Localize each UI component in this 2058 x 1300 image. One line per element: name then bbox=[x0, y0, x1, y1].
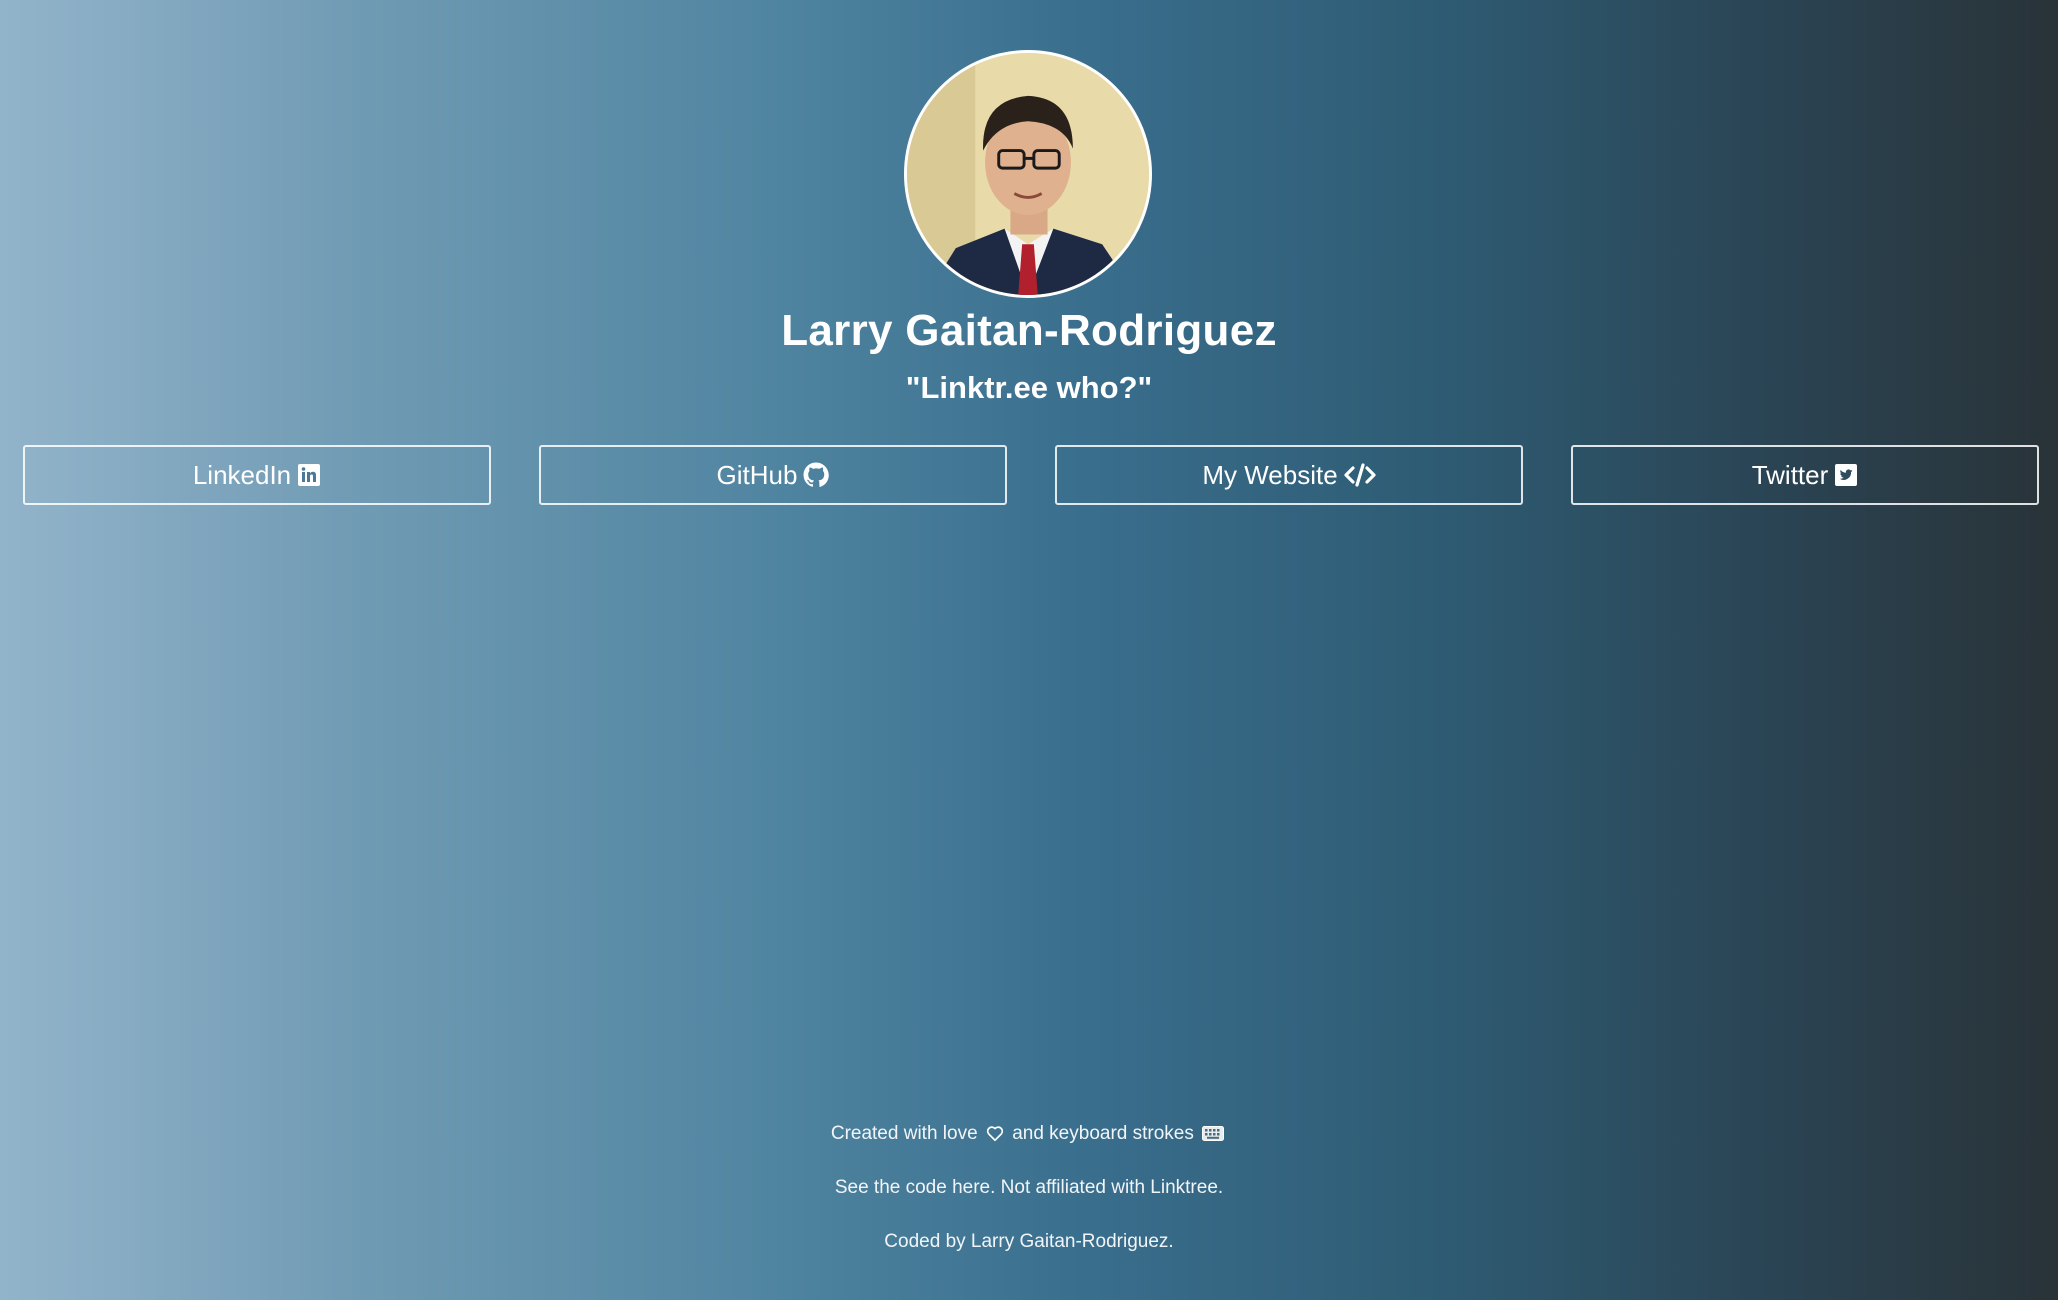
footer-credit-line: Created with love and keyboard strokes bbox=[0, 1123, 2058, 1145]
linkedin-label: LinkedIn bbox=[192, 459, 292, 490]
profile-name: Larry Gaitan-Rodriguez bbox=[781, 306, 1277, 355]
keyboard-icon bbox=[1202, 1126, 1225, 1142]
footer-love-text: Created with love bbox=[830, 1123, 978, 1144]
profile-photo bbox=[907, 53, 1149, 295]
footer-author-line: Coded by Larry Gaitan-Rodriguez. bbox=[0, 1231, 2058, 1253]
profile-tagline: "Linktr.ee who?" bbox=[905, 370, 1153, 405]
footer-keyboard-text: and keyboard strokes bbox=[1012, 1123, 1194, 1144]
github-label: GitHub bbox=[716, 459, 798, 490]
footer-author-prefix: Coded by bbox=[884, 1231, 966, 1252]
footer-source-prefix: See the code bbox=[834, 1177, 947, 1198]
author-link[interactable]: Larry Gaitan-Rodriguez bbox=[971, 1231, 1168, 1252]
twitter-button[interactable]: Twitter bbox=[1571, 445, 2039, 505]
footer-source-suffix: . Not affiliated with Linktree. bbox=[990, 1177, 1224, 1198]
website-button[interactable]: My Website bbox=[1055, 445, 1523, 505]
page: Larry Gaitan-Rodriguez "Linktr.ee who?" … bbox=[0, 0, 2058, 1300]
github-icon bbox=[803, 462, 830, 488]
linkedin-button[interactable]: LinkedIn bbox=[23, 445, 491, 505]
footer-author-suffix: . bbox=[1168, 1231, 1174, 1252]
github-button[interactable]: GitHub bbox=[539, 445, 1007, 505]
source-code-link[interactable]: here bbox=[952, 1177, 990, 1198]
website-label: My Website bbox=[1202, 459, 1338, 490]
linkedin-icon bbox=[297, 463, 321, 487]
links-row: LinkedIn GitHub My Website Twitter bbox=[23, 445, 2039, 505]
twitter-icon bbox=[1834, 463, 1858, 487]
twitter-label: Twitter bbox=[1751, 459, 1829, 490]
avatar bbox=[904, 50, 1152, 298]
footer-source-line: See the code here. Not affiliated with L… bbox=[0, 1177, 2058, 1199]
heart-icon bbox=[986, 1125, 1004, 1142]
code-icon bbox=[1344, 463, 1376, 487]
